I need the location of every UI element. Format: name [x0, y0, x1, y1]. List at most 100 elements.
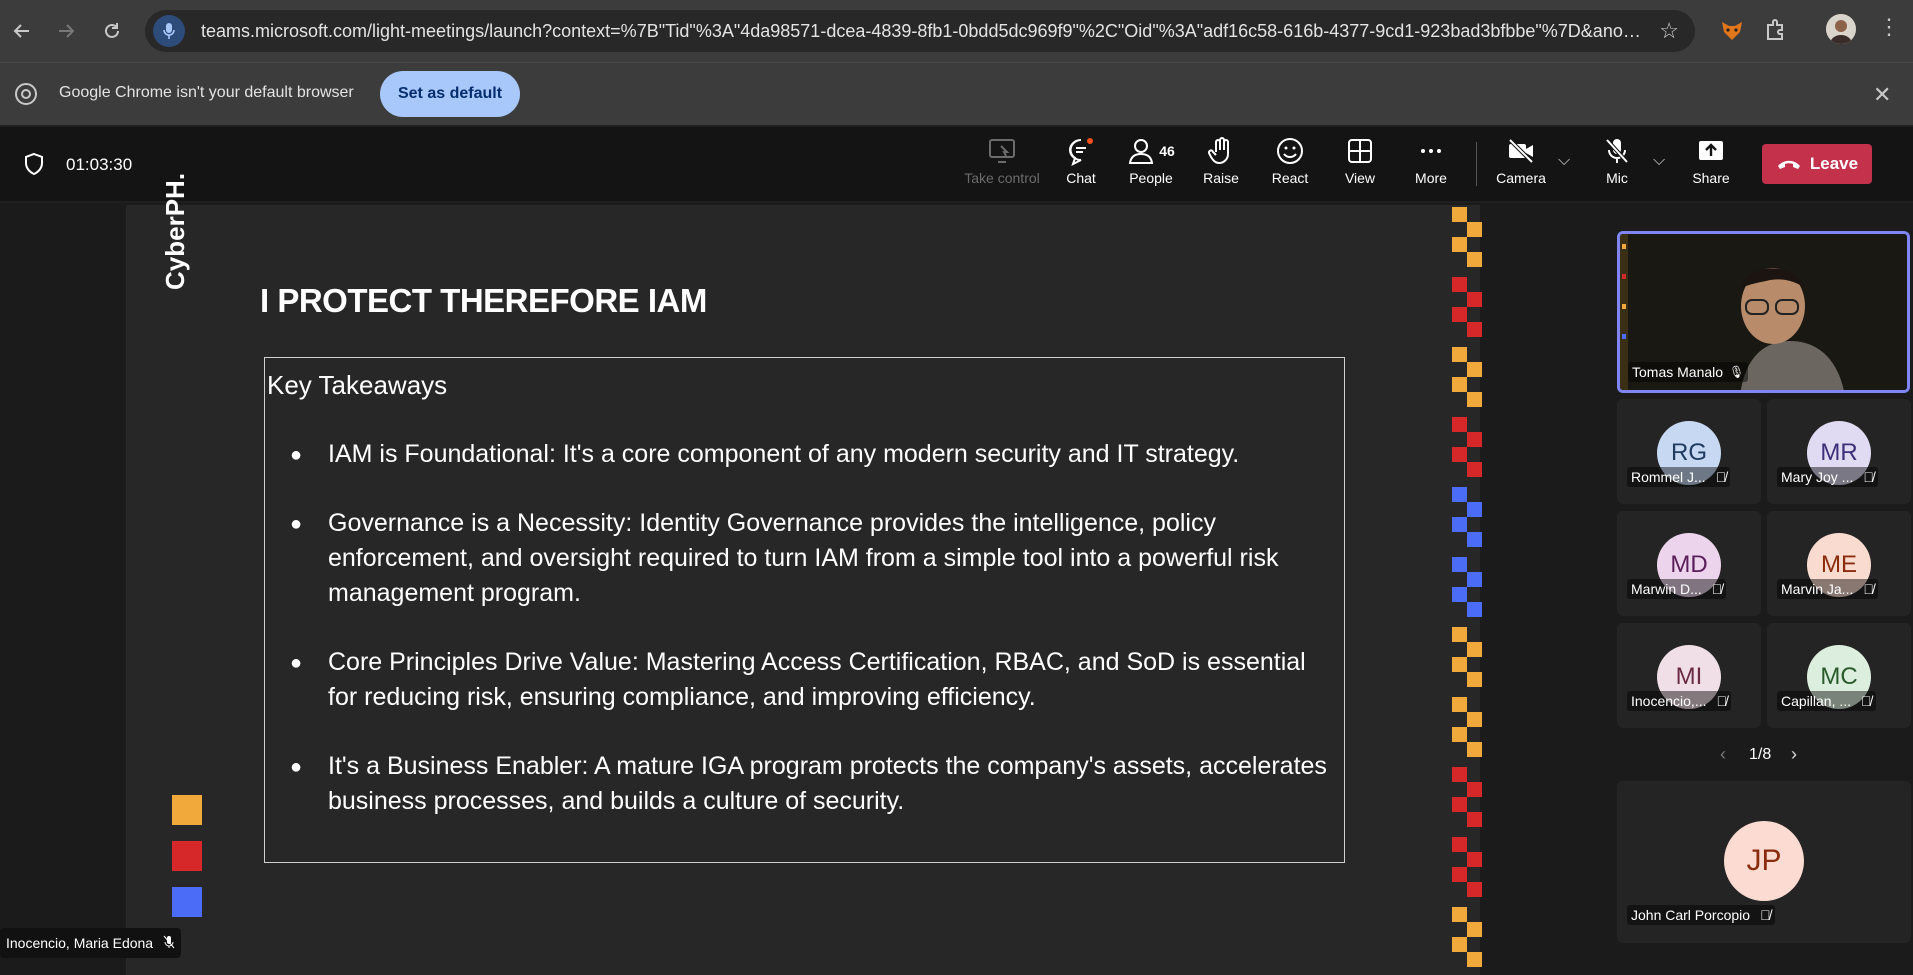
chat-button[interactable]: Chat	[1046, 136, 1116, 194]
take-control-button[interactable]: Take control	[964, 136, 1040, 194]
mic-icon: 🎙	[1729, 365, 1745, 379]
more-dots-icon	[1421, 149, 1441, 153]
people-button[interactable]: 46 People	[1116, 136, 1186, 194]
camera-button[interactable]: Camera	[1486, 136, 1556, 194]
red-square-decoration	[172, 841, 202, 871]
participant-tile[interactable]: MC Capillan, ... 🎙̸	[1767, 623, 1911, 728]
bullet-item: ● Governance is a Necessity: Identity Gov…	[290, 506, 1340, 611]
bullet-text: Core Principles Drive Value: Mastering A…	[328, 648, 1306, 711]
mic-button[interactable]: Mic	[1582, 136, 1652, 194]
participant-name: John Carl Porcopio	[1631, 907, 1751, 923]
raise-hand-button[interactable]: Raise	[1186, 136, 1256, 194]
participant-name: Mary Joy ...	[1781, 469, 1854, 485]
address-bar[interactable]: teams.microsoft.com/light-meetings/launc…	[145, 10, 1695, 52]
more-label: More	[1415, 170, 1447, 186]
chat-icon	[1069, 138, 1093, 166]
camera-off-icon	[1508, 138, 1534, 164]
leave-button[interactable]: Leave	[1762, 144, 1872, 184]
profile-avatar[interactable]	[1826, 14, 1856, 44]
raise-hand-icon	[1207, 137, 1229, 165]
participant-name-tag: Marwin D... 🎙̸	[1627, 579, 1727, 599]
participant-tile[interactable]: ME Marvin Ja... 🎙̸	[1767, 511, 1911, 616]
bookmark-star-icon[interactable]: ☆	[1659, 18, 1679, 44]
reload-button[interactable]	[92, 12, 132, 50]
checker-pattern-decoration	[1452, 207, 1482, 967]
set-default-button[interactable]: Set as default	[380, 71, 520, 117]
raise-label: Raise	[1203, 170, 1239, 186]
mic-label: Mic	[1606, 170, 1628, 186]
participant-name-tag: Marvin Ja... 🎙̸	[1777, 579, 1878, 599]
avatar: JP	[1724, 821, 1804, 901]
muted-mic-icon: 🎙̸	[1760, 907, 1771, 923]
share-button[interactable]: Share	[1676, 136, 1746, 194]
presenter-name: Inocencio, Maria Edona	[6, 935, 154, 951]
participant-name: Marwin D...	[1631, 581, 1702, 597]
toolbar-divider	[1476, 142, 1477, 186]
hang-up-icon	[1777, 160, 1800, 169]
slide-title: I PROTECT THEREFORE IAM	[260, 282, 707, 319]
pager-text: 1/8	[1749, 746, 1772, 763]
infobar-message: Google Chrome isn't your default browser	[59, 84, 354, 101]
participant-tile[interactable]: JP John Carl Porcopio 🎙̸	[1617, 781, 1911, 943]
next-page-chevron-icon[interactable]: ›	[1791, 744, 1797, 765]
muted-mic-icon: 🎙̸	[1863, 469, 1874, 485]
view-label: View	[1344, 170, 1376, 186]
mic-options-chevron-icon[interactable]: ⌵	[1653, 152, 1665, 170]
participant-tile[interactable]: MR Mary Joy ... 🎙̸	[1767, 399, 1911, 504]
meeting-timer: 01:03:30	[66, 155, 133, 174]
chat-label: Chat	[1066, 170, 1096, 186]
featured-video-tile[interactable]: Tomas Manalo 🎙	[1617, 231, 1910, 393]
participant-name: Tomas Manalo	[1632, 364, 1724, 380]
participant-name-tag: John Carl Porcopio 🎙̸	[1627, 905, 1775, 925]
bullet-text: IAM is Foundational: It's a core compone…	[328, 440, 1240, 468]
react-label: React	[1271, 170, 1309, 186]
share-label: Share	[1692, 170, 1730, 186]
takeaways-heading: Key Takeaways	[267, 370, 448, 400]
participant-name-tag: Tomas Manalo 🎙	[1628, 362, 1749, 382]
smiley-icon	[1277, 138, 1303, 164]
shield-icon[interactable]	[22, 152, 46, 176]
yellow-square-decoration	[172, 795, 202, 825]
participant-tile[interactable]: MD Marwin D... 🎙̸	[1617, 511, 1761, 616]
previous-page-chevron-icon[interactable]: ‹	[1720, 744, 1726, 765]
participant-name: Rommel J...	[1631, 469, 1706, 485]
back-arrow-icon	[13, 24, 29, 38]
muted-mic-icon: 🎙̸	[1861, 693, 1872, 709]
camera-options-chevron-icon[interactable]: ⌵	[1558, 152, 1570, 170]
extensions-puzzle-icon[interactable]	[1762, 16, 1790, 44]
grid-view-icon	[1348, 139, 1372, 163]
close-infobar-icon[interactable]: ✕	[1873, 82, 1891, 108]
presenter-name-tag: Inocencio, Maria Edona	[0, 928, 182, 958]
react-button[interactable]: React	[1255, 136, 1325, 194]
extension-fox-icon[interactable]	[1718, 16, 1746, 44]
mic-off-icon	[1605, 138, 1629, 164]
reload-icon	[105, 23, 119, 38]
bullet-item: ● Core Principles Drive Value: Mastering …	[290, 645, 1340, 715]
take-control-icon	[989, 139, 1015, 163]
participant-tile[interactable]: RG Rommel J... 🎙̸	[1617, 399, 1761, 504]
leave-label: Leave	[1809, 154, 1859, 173]
muted-mic-icon	[163, 935, 175, 952]
muted-mic-icon: 🎙̸	[1715, 469, 1727, 485]
microphone-icon[interactable]	[153, 15, 185, 47]
bullet-text: It's a Business Enabler: A mature IGA pr…	[328, 752, 1327, 815]
back-button[interactable]	[2, 12, 42, 50]
chrome-logo-icon	[14, 82, 38, 106]
url-text[interactable]: teams.microsoft.com/light-meetings/launc…	[201, 21, 1641, 42]
participant-name-tag: Capillan, ... 🎙̸	[1777, 691, 1876, 711]
participant-name-tag: Mary Joy ... 🎙̸	[1777, 467, 1878, 487]
people-label: People	[1129, 170, 1173, 186]
bullet-item: ● It's a Business Enabler: A mature IGA p…	[290, 749, 1340, 819]
brand-logo-text: CyberPH.	[160, 172, 190, 290]
view-button[interactable]: View	[1325, 136, 1395, 194]
more-button[interactable]: More	[1396, 136, 1466, 194]
bullet-item: ● IAM is Foundational: It's a core compon…	[290, 437, 1340, 473]
take-control-label: Take control	[964, 170, 1040, 186]
participant-tile[interactable]: MI Inocencio,... 🎙̸	[1617, 623, 1761, 728]
people-count: 46	[1159, 143, 1175, 159]
forward-button[interactable]	[46, 12, 86, 50]
browser-menu-icon[interactable]: ⋮	[1878, 14, 1900, 44]
camera-label: Camera	[1496, 170, 1546, 186]
share-icon	[1699, 141, 1723, 160]
participant-name: Marvin Ja...	[1781, 581, 1854, 597]
